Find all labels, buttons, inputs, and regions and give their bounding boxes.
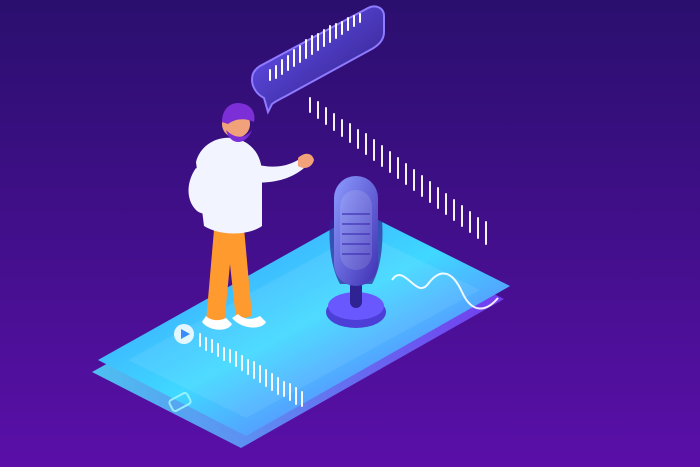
play-icon[interactable] bbox=[174, 324, 194, 344]
voice-recording-illustration bbox=[0, 0, 700, 467]
microphone-icon bbox=[326, 176, 386, 328]
